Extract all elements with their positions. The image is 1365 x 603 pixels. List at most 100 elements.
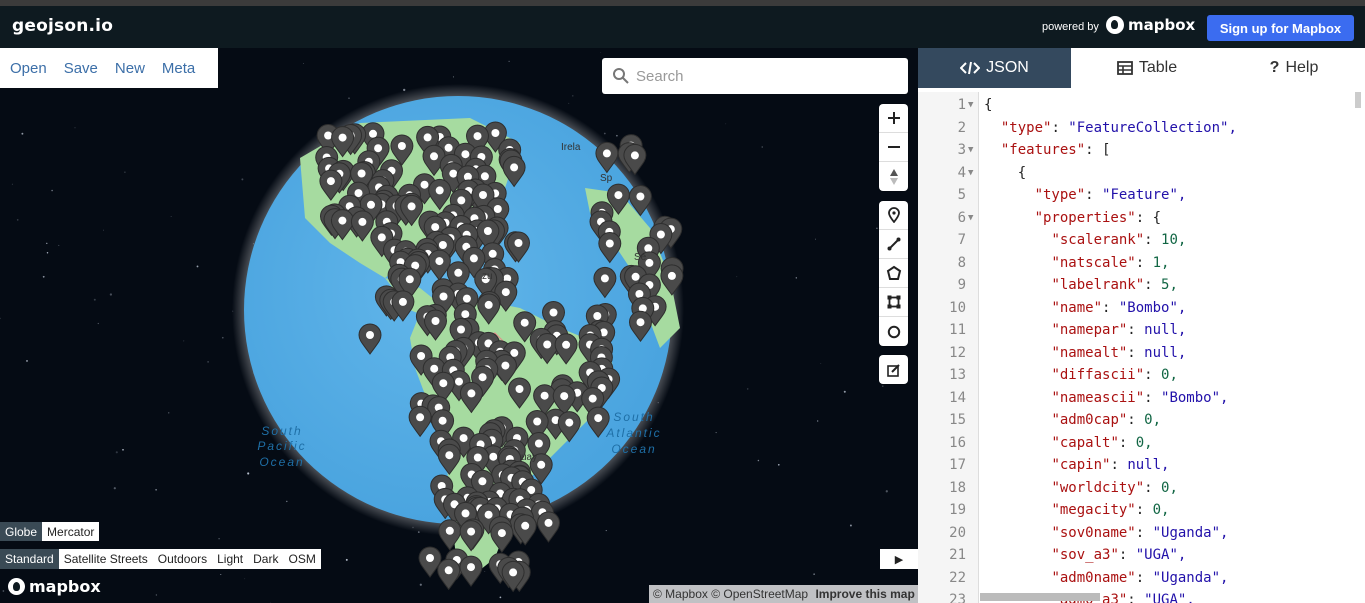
label-uruguay: uay [521, 452, 537, 463]
code-line: 13 "diffascii": 0, [918, 364, 1365, 387]
line-number: 10 [949, 299, 966, 316]
collapse-panel-button[interactable]: ▶ [880, 549, 918, 569]
mapbox-map-logo[interactable]: mapbox [8, 577, 101, 596]
minus-icon [887, 146, 900, 148]
code-line: 5 "type": "Feature", [918, 184, 1365, 207]
code-line: 14 "nameascii": "Bombo", [918, 387, 1365, 410]
style-light[interactable]: Light [212, 549, 249, 569]
menu-open[interactable]: Open [10, 60, 47, 77]
compass-icon [889, 168, 898, 185]
label-south-atlantic-1: South [613, 410, 654, 424]
code-text: "adm0name": "Uganda", [1051, 569, 1229, 586]
signup-button[interactable]: Sign up for Mapbox [1207, 15, 1354, 41]
fold-arrow-icon[interactable]: ▼ [968, 139, 973, 161]
label-south-atlantic-3: Ocean [611, 442, 656, 456]
fold-arrow-icon[interactable]: ▼ [968, 162, 973, 184]
style-standard[interactable]: Standard [0, 549, 59, 569]
fold-arrow-icon[interactable]: ▼ [968, 94, 973, 116]
search-input[interactable] [636, 64, 896, 88]
fold-arrow-icon[interactable]: ▼ [968, 207, 973, 229]
code-text: { [1017, 164, 1027, 181]
code-line: 18 "worldcity": 0, [918, 477, 1365, 500]
label-south-pacific-3: Ocean [259, 455, 304, 469]
label-south-atlantic-2: Atlantic [605, 426, 661, 440]
menu-meta[interactable]: Meta [162, 60, 195, 77]
line-number: 4 [957, 164, 966, 181]
edit-controls [879, 355, 908, 384]
compass-button[interactable] [879, 162, 908, 191]
style-outdoors[interactable]: Outdoors [152, 549, 213, 569]
map-marker[interactable] [437, 558, 461, 591]
style-dark[interactable]: Dark [248, 549, 284, 569]
draw-rectangle-button[interactable] [879, 288, 908, 317]
code-text: "nameascii": "Bombo", [1051, 389, 1229, 406]
table-icon [1116, 61, 1133, 75]
code-text: "type": "Feature", [1034, 187, 1187, 203]
line-number: 1 [957, 97, 966, 113]
line-number: 3 [957, 142, 966, 158]
projection-mercator[interactable]: Mercator [42, 522, 100, 541]
line-number: 12 [949, 344, 966, 361]
line-number: 17 [949, 457, 966, 473]
code-text: "type": "FeatureCollection", [1000, 119, 1237, 136]
tab-table-label: Table [1138, 59, 1178, 76]
line-number: 11 [949, 322, 966, 338]
tab-json-label: JSON [986, 59, 1029, 76]
draw-circle-button[interactable] [879, 317, 908, 346]
code-line: 22 "adm0name": "Uganda", [918, 567, 1365, 590]
globe-map[interactable]: Irela Sp Se zu uay South Pacific Ocean S… [0, 48, 918, 603]
line-number: 14 [949, 389, 966, 406]
brand-title[interactable]: geojson.io [12, 16, 113, 36]
search-box [602, 58, 908, 94]
map-marker[interactable] [536, 511, 561, 543]
line-number: 6 [957, 209, 966, 226]
tab-table[interactable]: Table [1071, 48, 1223, 88]
style-osm[interactable]: OSM [283, 549, 321, 569]
map-canvas[interactable]: Irela Sp Se zu uay South Pacific Ocean S… [0, 48, 918, 603]
code-line: 20 "sov0name": "Uganda", [918, 522, 1365, 545]
projection-switcher: Globe Mercator [0, 522, 100, 541]
draw-line-button[interactable] [879, 230, 908, 259]
code-line: 9 "labelrank": 5, [918, 274, 1365, 297]
draw-point-button[interactable] [879, 201, 908, 230]
zoom-out-button[interactable] [879, 133, 908, 162]
map-attribution: © Mapbox © OpenStreetMap Improve this ma… [649, 585, 918, 603]
code-line: 4 ▼ { [918, 162, 1365, 185]
code-text: "labelrank": 5, [1051, 277, 1178, 293]
map-marker[interactable] [459, 555, 483, 587]
horizontal-scrollbar[interactable] [980, 593, 1100, 601]
line-number: 5 [957, 187, 966, 203]
caret-right-icon: ▶ [894, 553, 904, 566]
tab-help[interactable]: ? Help [1223, 48, 1365, 88]
line-number: 22 [949, 569, 966, 586]
zoom-in-button[interactable] [879, 104, 908, 133]
circle-icon [887, 325, 900, 338]
code-line: 6 ▼ "properties": { [918, 207, 1365, 230]
tab-help-label: Help [1285, 59, 1319, 76]
line-icon [887, 237, 900, 251]
draw-polygon-button[interactable] [879, 259, 908, 288]
style-satellite-streets[interactable]: Satellite Streets [58, 549, 153, 569]
edit-icon [886, 363, 900, 377]
code-line: 21 "sov_a3": "UGA", [918, 544, 1365, 567]
json-editor[interactable]: 1 ▼{2 "type": "FeatureCollection", 3 ▼ "fea… [918, 92, 1365, 603]
vertical-scrollbar[interactable] [1355, 92, 1361, 108]
mapbox-header-logo[interactable]: mapbox [1106, 16, 1195, 34]
edit-button[interactable] [879, 355, 908, 384]
code-text: "namealt": null, [1051, 344, 1187, 361]
code-text: "capin": null, [1051, 457, 1170, 473]
code-text: "diffascii": 0, [1051, 367, 1178, 383]
projection-globe[interactable]: Globe [0, 522, 43, 541]
tab-json[interactable]: JSON [918, 48, 1071, 88]
menu-new[interactable]: New [115, 60, 145, 77]
code-text: "sov0name": "Uganda", [1051, 524, 1229, 541]
attribution-text[interactable]: © Mapbox © OpenStreetMap [653, 587, 808, 601]
menu-save[interactable]: Save [64, 60, 98, 77]
line-number: 23 [949, 592, 966, 603]
line-number: 21 [949, 547, 966, 563]
improve-map-link[interactable]: Improve this map [815, 587, 914, 601]
map-marker[interactable] [513, 514, 537, 546]
line-number: 2 [957, 119, 966, 136]
help-icon: ? [1269, 59, 1280, 76]
line-number: 20 [949, 524, 966, 541]
